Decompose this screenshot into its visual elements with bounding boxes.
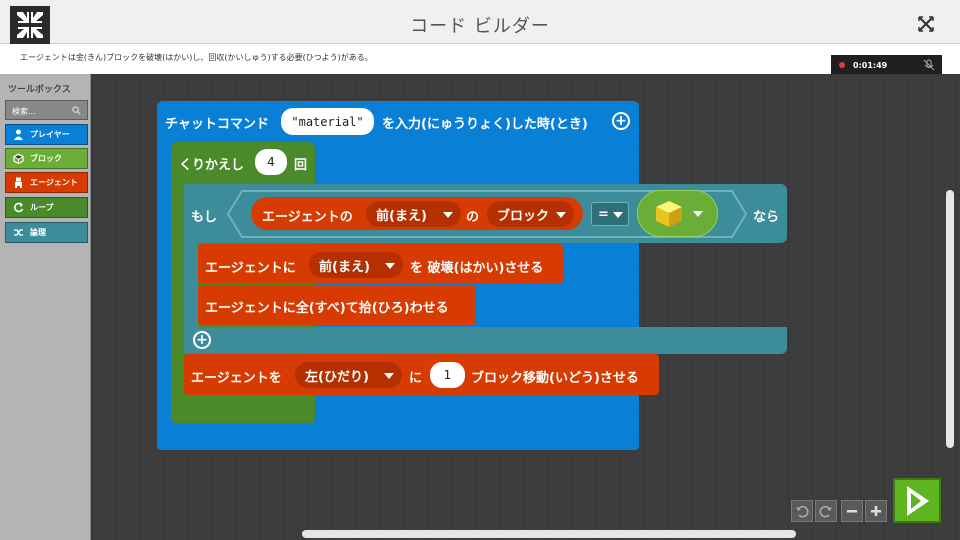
toolbox-title: ツールボックス bbox=[8, 85, 71, 95]
move-amount-input[interactable]: 1 bbox=[430, 362, 465, 388]
search-icon bbox=[72, 106, 81, 115]
move-direction-value: 左(ひだり) bbox=[305, 369, 369, 385]
toolbox-search-input[interactable]: 検索... bbox=[5, 100, 88, 120]
chat-command-value: "material" bbox=[291, 114, 364, 129]
horizontal-scrollbar[interactable] bbox=[302, 530, 796, 538]
vertical-scrollbar[interactable] bbox=[946, 190, 954, 448]
move-prefix: エージェントを bbox=[191, 371, 282, 386]
move-suffix: ブロック移動(いどう)させる bbox=[471, 371, 639, 386]
if-block-footer bbox=[184, 327, 787, 354]
shuffle-icon bbox=[12, 227, 24, 239]
if-then-label: なら bbox=[753, 210, 780, 225]
destroy-direction-value: 前(まえ) bbox=[319, 259, 370, 275]
cube-icon bbox=[12, 153, 24, 165]
undo-button[interactable] bbox=[791, 500, 813, 522]
category-label: エージェント bbox=[30, 178, 78, 187]
chevron-down-icon bbox=[613, 212, 623, 218]
add-else-button[interactable]: + bbox=[193, 331, 211, 349]
move-to-label: に bbox=[409, 371, 423, 386]
category-blocks[interactable]: ブロック bbox=[5, 148, 88, 169]
close-icon bbox=[918, 16, 934, 32]
chat-command-input[interactable]: "material" bbox=[281, 108, 374, 135]
repeat-count: 4 bbox=[267, 155, 275, 169]
category-logic[interactable]: 論理 bbox=[5, 222, 88, 243]
category-label: ブロック bbox=[30, 154, 62, 163]
toolbox-panel: ツールボックス 検索... プレイヤー ブロック エージェント ループ 論理 bbox=[0, 74, 91, 540]
repeat-prefix: くりかえし bbox=[179, 158, 245, 173]
destroy-prefix: エージェントに bbox=[205, 261, 296, 276]
person-icon bbox=[12, 129, 24, 141]
instruction-text: エージェントは金(きん)ブロックを破壊(はかい)し、回収(かいしゅう)する必要(… bbox=[20, 53, 373, 62]
run-button[interactable] bbox=[893, 478, 941, 523]
agent-inspect-label: エージェントの bbox=[262, 210, 353, 225]
category-label: 論理 bbox=[30, 228, 46, 237]
inspect-item-dropdown[interactable]: ブロック bbox=[487, 201, 574, 227]
mic-muted-icon[interactable] bbox=[922, 58, 936, 72]
compare-operator-dropdown[interactable]: = bbox=[591, 202, 629, 226]
zoom-in-button[interactable] bbox=[865, 500, 887, 522]
category-agent[interactable]: エージェント bbox=[5, 172, 88, 193]
chevron-down-icon bbox=[385, 263, 395, 269]
chevron-down-icon bbox=[556, 212, 566, 218]
search-placeholder: 検索... bbox=[12, 107, 36, 116]
gold-block-icon bbox=[656, 201, 682, 227]
chevron-down-icon bbox=[693, 211, 703, 217]
repeat-suffix: 回 bbox=[294, 158, 308, 173]
category-loops[interactable]: ループ bbox=[5, 197, 88, 218]
compare-operator: = bbox=[598, 206, 609, 222]
instruction-bar: エージェントは金(きん)ブロックを破壊(はかい)し、回収(かいしゅう)する必要(… bbox=[0, 44, 960, 74]
destroy-suffix: を 破壊(はかい)させる bbox=[410, 261, 544, 276]
redo-icon bbox=[819, 505, 832, 518]
chevron-down-icon bbox=[384, 373, 394, 379]
window-title: コード ビルダー bbox=[410, 16, 550, 37]
plus-icon bbox=[871, 506, 881, 516]
chat-command-suffix: を入力(にゅうりょく)した時(とき) bbox=[382, 117, 588, 132]
play-icon bbox=[907, 485, 929, 516]
title-bar: コード ビルダー bbox=[0, 0, 960, 44]
record-dot-icon bbox=[839, 62, 845, 68]
move-amount: 1 bbox=[443, 368, 452, 382]
chevron-down-icon bbox=[443, 212, 453, 218]
category-label: プレイヤー bbox=[30, 130, 70, 139]
zoom-out-button[interactable] bbox=[841, 500, 863, 522]
inspect-direction-value: 前(まえ) bbox=[376, 208, 427, 224]
category-player[interactable]: プレイヤー bbox=[5, 124, 88, 145]
redo-button[interactable] bbox=[815, 500, 837, 522]
inspect-item-value: ブロック bbox=[497, 208, 550, 224]
move-direction-dropdown[interactable]: 左(ひだり) bbox=[295, 362, 402, 388]
recording-indicator: 0:01:49 bbox=[831, 55, 942, 75]
if-prefix: もし bbox=[191, 210, 218, 225]
repeat-count-input[interactable]: 4 bbox=[255, 149, 287, 175]
minus-icon bbox=[847, 510, 857, 513]
block-picker-dropdown[interactable] bbox=[637, 190, 718, 237]
recording-time: 0:01:49 bbox=[853, 60, 888, 70]
chat-command-prefix: チャットコマンド bbox=[165, 117, 269, 132]
close-button[interactable] bbox=[914, 12, 938, 36]
collect-all-label: エージェントに全(すべ)て拾(ひろ)わせる bbox=[205, 301, 449, 316]
add-parameter-button[interactable]: + bbox=[612, 112, 630, 130]
category-label: ループ bbox=[30, 203, 54, 212]
inspect-direction-dropdown[interactable]: 前(まえ) bbox=[366, 201, 461, 227]
destroy-direction-dropdown[interactable]: 前(まえ) bbox=[309, 252, 403, 278]
loop-icon bbox=[12, 202, 24, 214]
agent-icon bbox=[12, 177, 24, 189]
undo-icon bbox=[796, 505, 809, 518]
inspect-of-label: の bbox=[466, 210, 480, 225]
